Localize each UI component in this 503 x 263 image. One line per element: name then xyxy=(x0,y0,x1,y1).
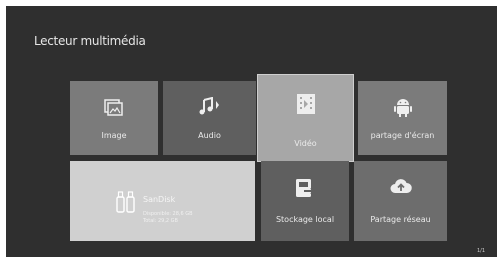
cloud-upload-icon xyxy=(354,177,447,195)
tile-screen-share-label: partage d'écran xyxy=(370,131,435,140)
film-icon xyxy=(258,93,353,115)
tile-image[interactable]: Image xyxy=(70,81,158,155)
page-indicator: 1/1 xyxy=(476,248,485,254)
music-note-icon xyxy=(163,97,256,117)
drive-available: Disponible: 28,6 GB xyxy=(143,211,193,217)
page-title: Lecteur multimédia xyxy=(34,34,146,48)
tile-video[interactable]: Vidéo xyxy=(257,74,354,162)
android-icon xyxy=(358,97,447,117)
media-player-screen: Lecteur multimédia Image Audio Vidéo par… xyxy=(6,6,497,257)
usb-drive-icon xyxy=(116,191,136,215)
tile-image-label: Image xyxy=(101,131,127,140)
tile-video-label: Vidéo xyxy=(294,139,317,148)
tile-audio[interactable]: Audio xyxy=(163,81,256,155)
local-storage-icon xyxy=(261,177,349,199)
tile-screen-share[interactable]: partage d'écran xyxy=(358,81,447,155)
drive-name: SanDisk xyxy=(143,195,176,204)
tile-local-storage-label: Stockage local xyxy=(275,215,335,224)
image-icon xyxy=(70,99,158,117)
drive-total: Total: 29,2 GB xyxy=(143,218,178,224)
tile-audio-label: Audio xyxy=(198,131,221,140)
tile-network-share-label: Partage réseau xyxy=(370,215,431,224)
tile-local-storage[interactable]: Stockage local xyxy=(261,161,349,241)
tile-network-share[interactable]: Partage réseau xyxy=(354,161,447,241)
tile-sandisk-drive[interactable]: SanDisk Disponible: 28,6 GB Total: 29,2 … xyxy=(70,161,255,241)
